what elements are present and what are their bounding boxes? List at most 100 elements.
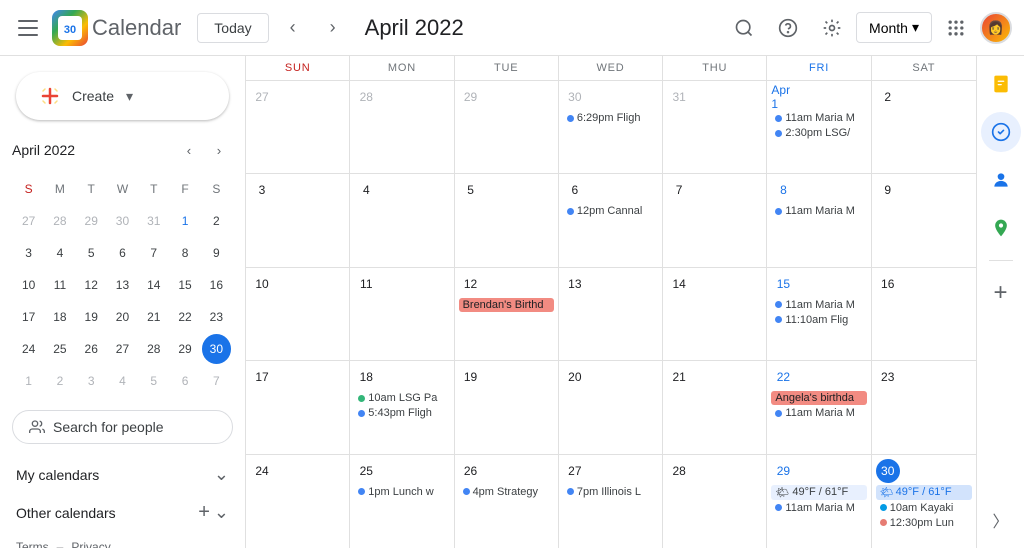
calendar-day[interactable]: 19 (455, 361, 559, 453)
right-contacts-icon[interactable] (981, 160, 1021, 200)
calendar-day[interactable]: 16 (872, 268, 976, 360)
day-number[interactable]: 28 (354, 85, 378, 109)
calendar-event[interactable]: 11am Maria M (771, 501, 866, 515)
mini-cal-day[interactable]: 21 (139, 302, 168, 332)
day-number[interactable]: 15 (771, 272, 795, 296)
day-number[interactable]: 8 (771, 178, 795, 202)
day-number[interactable]: 30 (876, 459, 900, 483)
calendar-day[interactable]: 13 (559, 268, 663, 360)
mini-cal-day[interactable]: 28 (45, 206, 74, 236)
mini-cal-day[interactable]: 3 (14, 238, 43, 268)
calendar-day[interactable]: 251pm Lunch w (350, 455, 454, 548)
apps-button[interactable] (936, 8, 976, 48)
day-number[interactable]: 5 (459, 178, 483, 202)
day-number[interactable]: 24 (250, 459, 274, 483)
mini-cal-day[interactable]: 7 (202, 366, 231, 396)
mini-cal-day[interactable]: 8 (170, 238, 199, 268)
create-button[interactable]: Create ▾ (16, 72, 229, 120)
mini-cal-day[interactable]: 2 (45, 366, 74, 396)
next-button[interactable]: › (317, 12, 349, 44)
day-number[interactable]: 13 (563, 272, 587, 296)
right-add-button[interactable]: + (981, 273, 1021, 313)
mini-cal-day[interactable]: 15 (170, 270, 199, 300)
mini-cal-day[interactable]: 4 (45, 238, 74, 268)
calendar-day[interactable]: 10 (246, 268, 350, 360)
mini-cal-day[interactable]: 29 (170, 334, 199, 364)
today-button[interactable]: Today (197, 13, 268, 43)
menu-button[interactable] (12, 12, 44, 44)
day-number[interactable]: 11 (354, 272, 378, 296)
calendar-day[interactable]: 27 7pm Illinois L (559, 455, 663, 548)
terms-link[interactable]: Terms (16, 540, 49, 548)
mini-cal-day[interactable]: 26 (77, 334, 106, 364)
day-number[interactable]: 2 (876, 85, 900, 109)
day-number[interactable]: 16 (876, 272, 900, 296)
mini-cal-day[interactable]: 25 (45, 334, 74, 364)
other-calendars-header[interactable]: Other calendars + ⌄ (12, 493, 233, 532)
calendar-event[interactable]: 4pm Strategy (459, 485, 554, 499)
day-number[interactable]: 22 (771, 365, 795, 389)
day-number[interactable]: 30 (563, 85, 587, 109)
calendar-event[interactable]: 7pm Illinois L (563, 485, 658, 499)
calendar-day[interactable]: 27 (246, 81, 350, 173)
calendar-day[interactable]: 264pm Strategy (455, 455, 559, 548)
day-number[interactable]: 31 (667, 85, 691, 109)
right-maps-icon[interactable] (981, 208, 1021, 248)
calendar-day[interactable]: 4 (350, 174, 454, 266)
mini-cal-day[interactable]: 2 (202, 206, 231, 236)
mini-cal-day[interactable]: 13 (108, 270, 137, 300)
calendar-event[interactable]: 12:30pm Lun (876, 516, 972, 530)
mini-cal-day[interactable]: 17 (14, 302, 43, 332)
calendar-day[interactable]: 612pm Cannal (559, 174, 663, 266)
search-people[interactable]: Search for people (12, 410, 233, 444)
right-collapse-icon[interactable]: 〉 (981, 500, 1021, 540)
day-number[interactable]: 28 (667, 459, 691, 483)
calendar-day[interactable]: 8 11am Maria M (767, 174, 871, 266)
add-other-calendar-icon[interactable]: + (198, 501, 210, 524)
privacy-link[interactable]: Privacy (71, 540, 110, 548)
calendar-event[interactable]: 11am Maria M (771, 204, 866, 218)
day-number[interactable]: 27 (250, 85, 274, 109)
mini-cal-day[interactable]: 18 (45, 302, 74, 332)
mini-cal-day[interactable]: 30 (202, 334, 231, 364)
day-number[interactable]: 27 (563, 459, 587, 483)
calendar-event[interactable]: Brendan's Birthd (459, 298, 554, 312)
calendar-event[interactable]: 🌤 49°F / 61°F (876, 485, 972, 500)
mini-next-button[interactable]: › (205, 136, 233, 164)
mini-cal-day[interactable]: 24 (14, 334, 43, 364)
mini-cal-day[interactable]: 27 (14, 206, 43, 236)
mini-cal-day[interactable]: 1 (14, 366, 43, 396)
mini-cal-day[interactable]: 19 (77, 302, 106, 332)
my-calendars-header[interactable]: My calendars ⌄ (12, 456, 233, 493)
mini-cal-day[interactable]: 10 (14, 270, 43, 300)
calendar-event[interactable]: 10am LSG Pa (354, 391, 449, 405)
mini-cal-day[interactable]: 28 (139, 334, 168, 364)
mini-cal-day[interactable]: 29 (77, 206, 106, 236)
day-number[interactable]: 6 (563, 178, 587, 202)
mini-cal-day[interactable]: 9 (202, 238, 231, 268)
calendar-day[interactable]: 1511am Maria M11:10am Flig (767, 268, 871, 360)
calendar-event[interactable]: 11am Maria M (771, 111, 866, 125)
calendar-day[interactable]: 5 (455, 174, 559, 266)
calendar-event[interactable]: 1pm Lunch w (354, 485, 449, 499)
day-number[interactable]: 17 (250, 365, 274, 389)
calendar-day[interactable]: 2 (872, 81, 976, 173)
calendar-event[interactable]: 2:30pm LSG/ (771, 126, 866, 140)
mini-cal-day[interactable]: 4 (108, 366, 137, 396)
day-number[interactable]: 29 (771, 459, 795, 483)
mini-cal-day[interactable]: 31 (139, 206, 168, 236)
settings-button[interactable] (812, 8, 852, 48)
mini-cal-day[interactable]: 14 (139, 270, 168, 300)
mini-cal-day[interactable]: 1 (170, 206, 199, 236)
calendar-day[interactable]: 23 (872, 361, 976, 453)
calendar-event[interactable]: 11am Maria M (771, 406, 866, 420)
mini-cal-day[interactable]: 16 (202, 270, 231, 300)
day-number[interactable]: 3 (250, 178, 274, 202)
calendar-day[interactable]: 14 (663, 268, 767, 360)
mini-cal-day[interactable]: 30 (108, 206, 137, 236)
right-keep-icon[interactable] (981, 64, 1021, 104)
day-number[interactable]: Apr 1 (771, 85, 795, 109)
calendar-day[interactable]: 29 (455, 81, 559, 173)
calendar-event[interactable]: 11:10am Flig (771, 313, 866, 327)
day-number[interactable]: 12 (459, 272, 483, 296)
